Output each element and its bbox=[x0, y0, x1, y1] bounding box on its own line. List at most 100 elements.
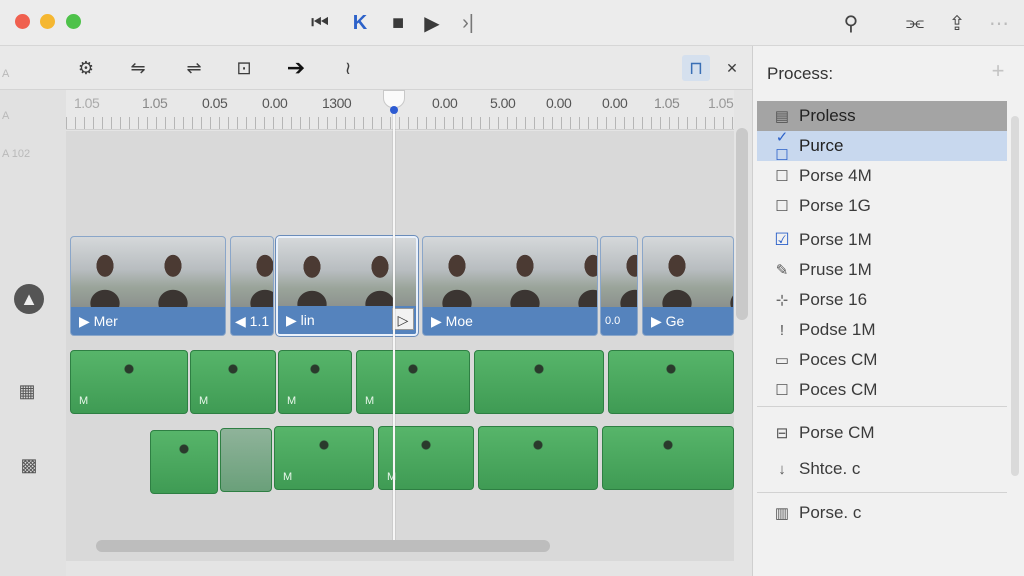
pencil-icon: ✎ bbox=[775, 262, 789, 279]
arrow-tool-icon[interactable]: ➔ bbox=[282, 55, 310, 81]
audio-clip-label: M bbox=[199, 395, 209, 407]
add-icon[interactable]: + bbox=[985, 58, 1011, 84]
audio-clip[interactable]: M bbox=[274, 426, 374, 490]
clip-label-bar: ◀ 1.1 bbox=[231, 307, 273, 335]
list-item[interactable]: ⊹ Porse 16 bbox=[757, 285, 1007, 315]
gutter-label: A bbox=[2, 68, 10, 80]
list-item-label: Proless bbox=[799, 106, 856, 125]
video-clip[interactable]: ▶ Mer bbox=[70, 236, 226, 336]
ruler-label: 1.05 bbox=[74, 95, 100, 111]
folder-icon: ▭ bbox=[774, 352, 790, 369]
vertical-scrollbar[interactable] bbox=[736, 128, 748, 320]
share-icon[interactable]: ⚲ bbox=[838, 10, 864, 36]
skip-back-button[interactable]: ⏮ bbox=[306, 10, 334, 36]
audio-clip[interactable] bbox=[474, 350, 604, 414]
audio-track-icon[interactable]: ▦ bbox=[12, 376, 42, 406]
checkmark-icon: ✓ ☐ bbox=[775, 129, 789, 164]
list-item[interactable]: ☐ Poces CM bbox=[757, 375, 1007, 405]
audio-track-1: M M M M bbox=[70, 350, 734, 414]
ruler-label: 0.00 bbox=[602, 95, 628, 111]
clip-label: Mer bbox=[93, 313, 118, 329]
clip-label-bar: ▶ Moe bbox=[423, 307, 597, 335]
video-clip[interactable]: ▶ Moe bbox=[422, 236, 598, 336]
list-item[interactable]: ✎ Pruse 1M bbox=[757, 255, 1007, 285]
clip-label: 0.0 bbox=[605, 315, 621, 327]
export-icon[interactable]: ⇪ bbox=[944, 10, 970, 36]
document-icon: ▤ bbox=[774, 108, 790, 125]
audio-clip[interactable] bbox=[150, 430, 218, 494]
list-item-label: Poces CM bbox=[799, 380, 878, 399]
track-header-gutter: A A A 102 ▲ ▦ ▩ bbox=[0, 68, 66, 576]
more-icon[interactable]: ⋯ bbox=[986, 10, 1012, 36]
checked-checkbox-icon[interactable]: ☑ bbox=[769, 230, 795, 250]
ruler-label: 5.00 bbox=[490, 95, 516, 111]
ruler-label: 1.05 bbox=[142, 95, 168, 111]
audio-clip[interactable]: M bbox=[356, 350, 470, 414]
ruler-label: 1.05 bbox=[708, 95, 734, 111]
play-button[interactable]: ▶ bbox=[418, 10, 446, 36]
list-item-label: Shtce. c bbox=[799, 459, 861, 478]
checkbox-icon[interactable]: ☐ bbox=[769, 381, 795, 399]
video-track: ▶ Mer ◀ 1.1 ▶ lin ▷ ▶ Moe 0.0 ▶ Ge bbox=[70, 236, 734, 342]
list-item[interactable]: ☐ Porse 1G bbox=[757, 191, 1007, 221]
audio-clip[interactable] bbox=[220, 428, 272, 492]
list-item-label: Purce bbox=[799, 136, 844, 155]
audio-clip[interactable] bbox=[602, 426, 734, 490]
clip-thumbnails bbox=[278, 238, 416, 310]
audio-wave-icon[interactable]: ≀ bbox=[334, 55, 362, 81]
columns-icon: ▥ bbox=[774, 505, 790, 522]
panel-title: Process: bbox=[767, 64, 834, 83]
stop-button[interactable]: ■ bbox=[384, 10, 412, 36]
process-panel: Process: + ▤ Proless ✓ ☐ Purce ☐ Porse 4… bbox=[752, 46, 1024, 576]
panel-scrollbar[interactable] bbox=[1011, 116, 1019, 476]
list-item[interactable]: ▥ Porse. c bbox=[757, 498, 1007, 528]
clip-thumbnails bbox=[643, 237, 733, 309]
audio-clip[interactable]: M bbox=[70, 350, 188, 414]
settings-icon[interactable]: ⚙ bbox=[72, 55, 100, 81]
video-track-icon[interactable]: ▩ bbox=[14, 450, 44, 480]
audio-clip[interactable]: M bbox=[190, 350, 276, 414]
video-clip[interactable]: ◀ 1.1 bbox=[230, 236, 274, 336]
video-clip[interactable]: 0.0 bbox=[600, 236, 638, 336]
checkbox-icon[interactable]: ☐ bbox=[769, 197, 795, 215]
next-frame-button[interactable]: ›| bbox=[454, 10, 482, 36]
horizontal-scrollbar[interactable] bbox=[96, 540, 550, 552]
timeline-area[interactable] bbox=[66, 131, 734, 561]
previous-frame-button[interactable]: K bbox=[346, 10, 374, 36]
playhead-line[interactable] bbox=[393, 95, 395, 547]
selected-video-clip[interactable]: ▶ lin ▷ bbox=[276, 236, 418, 336]
audio-clip[interactable]: M bbox=[278, 350, 352, 414]
crop-icon[interactable]: ⊡ bbox=[230, 55, 258, 81]
close-window-button[interactable] bbox=[15, 14, 30, 29]
divider bbox=[757, 406, 1007, 407]
list-item[interactable]: ☐ Porse 4M bbox=[757, 161, 1007, 191]
list-item[interactable]: ! Podse 1M bbox=[757, 315, 1007, 345]
ruler-ticks bbox=[66, 117, 734, 129]
audio-clip[interactable] bbox=[608, 350, 734, 414]
minimize-window-button[interactable] bbox=[40, 14, 55, 29]
list-item[interactable]: ↓ Shtce. c bbox=[757, 454, 1007, 484]
ruler-label: 1300 bbox=[322, 95, 352, 111]
track-avatar-icon[interactable]: ▲ bbox=[14, 284, 44, 314]
snap-toggle-icon[interactable]: ⊓ bbox=[682, 55, 710, 81]
clip-label-bar: ▶ lin ▷ bbox=[278, 306, 416, 334]
list-item[interactable]: ▭ Poces CM bbox=[757, 345, 1007, 375]
zoom-window-button[interactable] bbox=[66, 14, 81, 29]
trim-handle-icon[interactable]: ▷ bbox=[392, 308, 414, 330]
list-item[interactable]: ☑ Porse 1M bbox=[757, 225, 1007, 255]
audio-clip-label: M bbox=[283, 471, 293, 483]
checkbox-icon[interactable]: ☐ bbox=[769, 167, 795, 185]
clip-thumbnails bbox=[423, 237, 597, 309]
playhead-marker bbox=[390, 106, 398, 114]
collapse-icon[interactable]: ✕ bbox=[718, 55, 746, 81]
list-item[interactable]: ▤ Proless bbox=[757, 101, 1007, 131]
trim-icon[interactable]: ⇋ bbox=[124, 55, 152, 81]
ruler-label: 0.00 bbox=[262, 95, 288, 111]
video-clip[interactable]: ▶ Ge bbox=[642, 236, 734, 336]
list-item[interactable]: ⊟ Porse CM bbox=[757, 418, 1007, 448]
adjust-icon[interactable]: ⇌ bbox=[180, 55, 208, 81]
list-item[interactable]: ✓ ☐ Purce bbox=[757, 129, 1007, 164]
audio-clip[interactable] bbox=[478, 426, 598, 490]
audio-clip-label: M bbox=[79, 395, 89, 407]
link-icon[interactable]: ⫘ bbox=[902, 10, 928, 36]
